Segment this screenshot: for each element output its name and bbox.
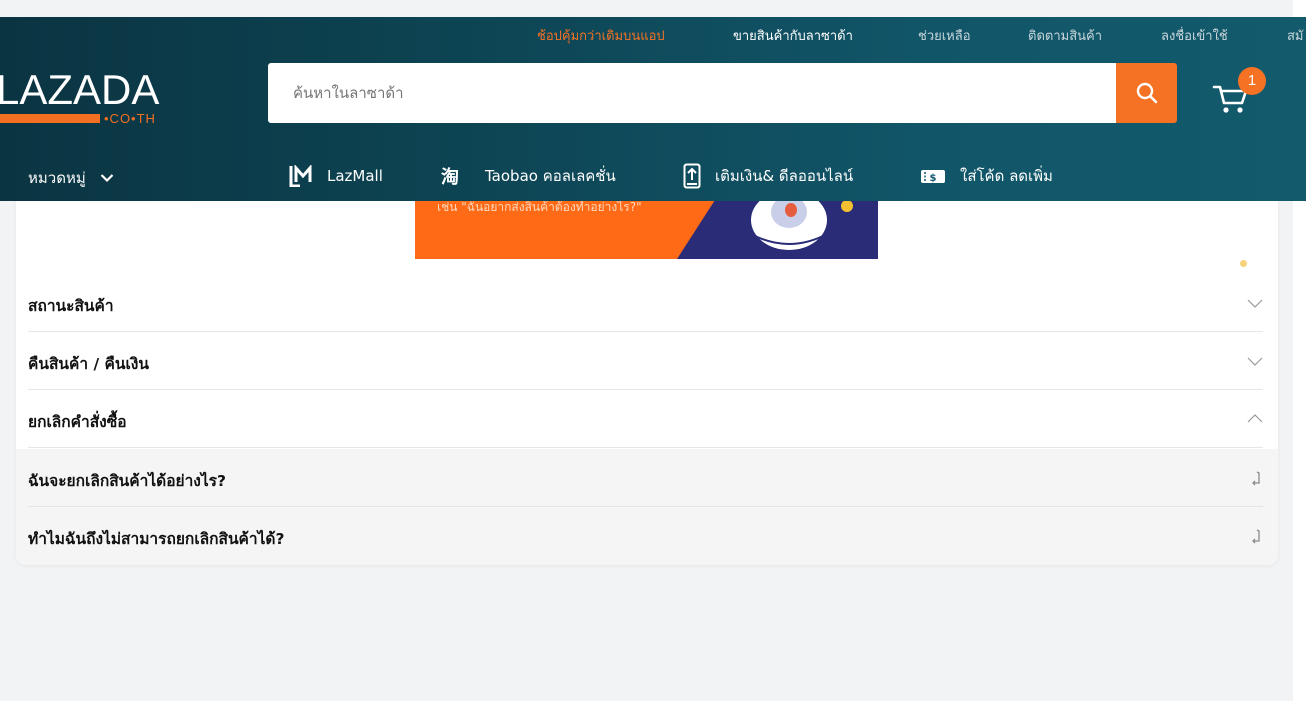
nav-item-voucher[interactable]: $ ใส่โค้ด ลดเพิ่ม [920,160,1053,192]
topbar-link-sell[interactable]: ขายสินค้ากับลาซาด้า [733,25,853,46]
faq-section-title: สถานะสินค้า [28,297,114,315]
indicator-dot [1240,260,1247,267]
logo-domain: •CO•TH [104,111,156,126]
banner-text: เช่น "ฉันอยากส่งสินค้าต้องทำอย่างไร?" [437,200,642,214]
faq-section-title: คืนสินค้า / คืนเงิน [28,355,149,373]
lazmall-icon [289,165,313,187]
return-arrow-icon [1252,471,1260,486]
banner-image: เช่น "ฉันอยากส่งสินค้าต้องทำอย่างไร?" [415,200,878,259]
topbar-link-login[interactable]: ลงชื่อเข้าใช้ [1161,25,1228,46]
topbar-link-track-order[interactable]: ติดตามสินค้า [1028,25,1102,46]
voucher-icon: $ [920,167,946,185]
search-bar [268,63,1116,123]
faq-section-title: ยกเลิกคำสั่งซื้อ [28,413,127,431]
topbar-link-help[interactable]: ช่วยเหลือ [918,25,971,46]
faq-question-text: ฉันจะยกเลิกสินค้าได้อย่างไร? [28,472,226,490]
nav-item-label: ใส่โค้ด ลดเพิ่ม [960,167,1053,185]
faq-question-text: ทำไมฉันถึงไม่สามารถยกเลิกสินค้าได้? [28,530,285,548]
nav-item-lazmall[interactable]: LazMall [289,160,383,192]
help-center-card: เช่น "ฉันอยากส่งสินค้าต้องทำอย่างไร?" สถ… [16,150,1278,565]
topbar-link-app-deals[interactable]: ช้อปคุ้มกว่าเดิมบนแอป [537,25,665,46]
top-link-bar: ช้อปคุ้มกว่าเดิมบนแอป ขายสินค้ากับลาซาด้… [0,17,1306,50]
chevron-down-icon [1247,299,1263,308]
faq-section-order-status[interactable]: สถานะสินค้า [28,274,1263,332]
taobao-icon: 淘 [441,165,471,187]
chevron-up-icon [1247,414,1263,423]
site-header: ช้อปคุ้มกว่าเดิมบนแอป ขายสินค้ากับลาซาด้… [0,17,1306,201]
faq-section-returns-refunds[interactable]: คืนสินค้า / คืนเงิน [28,332,1263,390]
nav-item-taobao[interactable]: 淘 Taobao คอลเลคชั่น [441,160,616,192]
search-button[interactable] [1116,63,1177,123]
logo-underline [0,114,100,123]
category-nav: หมวดหมู่ LazMall 淘 Taobao คอลเลคชั่น เติ… [0,159,1306,195]
nav-item-label: LazMall [327,167,383,185]
cart-count-badge: 1 [1238,67,1266,95]
cart-button[interactable]: 1 [1205,67,1267,119]
return-arrow-icon [1252,529,1260,544]
svg-text:$: $ [930,173,937,184]
lazada-logo[interactable]: LAZADA •CO•TH [0,67,175,127]
search-input[interactable] [268,63,1116,123]
chevron-down-icon [100,174,113,183]
categories-label: หมวดหมู่ [28,169,86,187]
svg-text:淘: 淘 [441,166,459,187]
faq-question-item[interactable]: ทำไมฉันถึงไม่สามารถยกเลิกสินค้าได้? [16,507,1278,565]
faq-question-item[interactable]: ฉันจะยกเลิกสินค้าได้อย่างไร? [16,449,1278,507]
chevron-down-icon [1247,357,1263,366]
search-icon [1136,82,1157,104]
nav-item-label: เติมเงิน& ดีลออนไลน์ [715,167,854,185]
nav-item-label: Taobao คอลเลคชั่น [485,167,616,185]
nav-item-topup[interactable]: เติมเงิน& ดีลออนไลน์ [683,160,853,192]
help-banner[interactable]: เช่น "ฉันอยากส่งสินค้าต้องทำอย่างไร?" [415,200,878,259]
faq-section-cancel-order[interactable]: ยกเลิกคำสั่งซื้อ [28,390,1263,448]
phone-topup-icon [683,163,701,189]
topbar-link-signup[interactable]: สมั [1287,25,1304,46]
logo-text: LAZADA [0,66,160,113]
categories-dropdown[interactable]: หมวดหมู่ [28,166,114,190]
